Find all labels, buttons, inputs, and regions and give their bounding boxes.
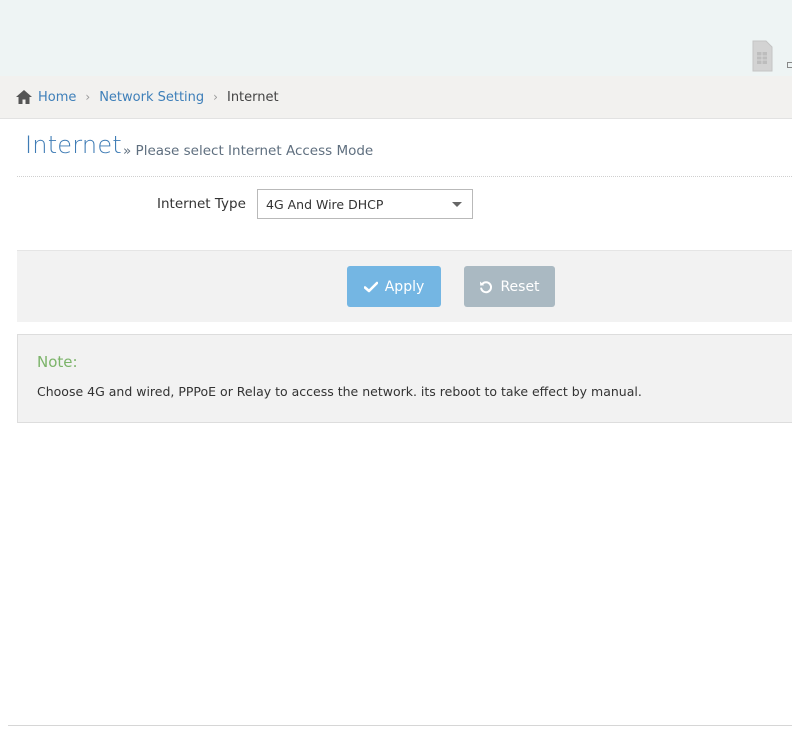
home-icon[interactable]	[15, 89, 33, 105]
breadcrumb-home[interactable]: Home	[38, 90, 76, 105]
note-box	[17, 334, 792, 423]
reset-label: Reset	[500, 278, 540, 295]
apply-label: Apply	[384, 278, 425, 295]
breadcrumb-separator: ›	[85, 90, 91, 104]
check-icon	[363, 281, 378, 292]
page-subtitle: » Please select Internet Access Mode	[123, 143, 374, 159]
bottom-divider	[8, 725, 792, 726]
reset-button[interactable]: Reset	[464, 266, 555, 307]
internet-type-select[interactable]: 4G And Wire DHCP	[257, 189, 473, 219]
sim-card-icon[interactable]	[751, 40, 773, 72]
internet-type-value: 4G And Wire DHCP	[266, 197, 384, 212]
note-title: Note:	[37, 353, 78, 371]
apply-button[interactable]: Apply	[347, 266, 441, 307]
overflow-mark	[787, 62, 792, 68]
note-text: Choose 4G and wired, PPPoE or Relay to a…	[37, 384, 642, 399]
breadcrumb-network-setting[interactable]: Network Setting	[99, 90, 204, 105]
title-divider	[17, 176, 792, 177]
internet-type-label: Internet Type	[157, 196, 246, 212]
page-title: Internet	[25, 131, 122, 159]
breadcrumb-separator: ›	[213, 90, 218, 104]
breadcrumb-current: Internet	[226, 89, 279, 105]
top-header	[0, 0, 792, 76]
breadcrumb: Home › Network Setting › Internet	[0, 76, 792, 119]
chevron-down-icon	[452, 202, 462, 207]
refresh-icon	[480, 280, 493, 293]
